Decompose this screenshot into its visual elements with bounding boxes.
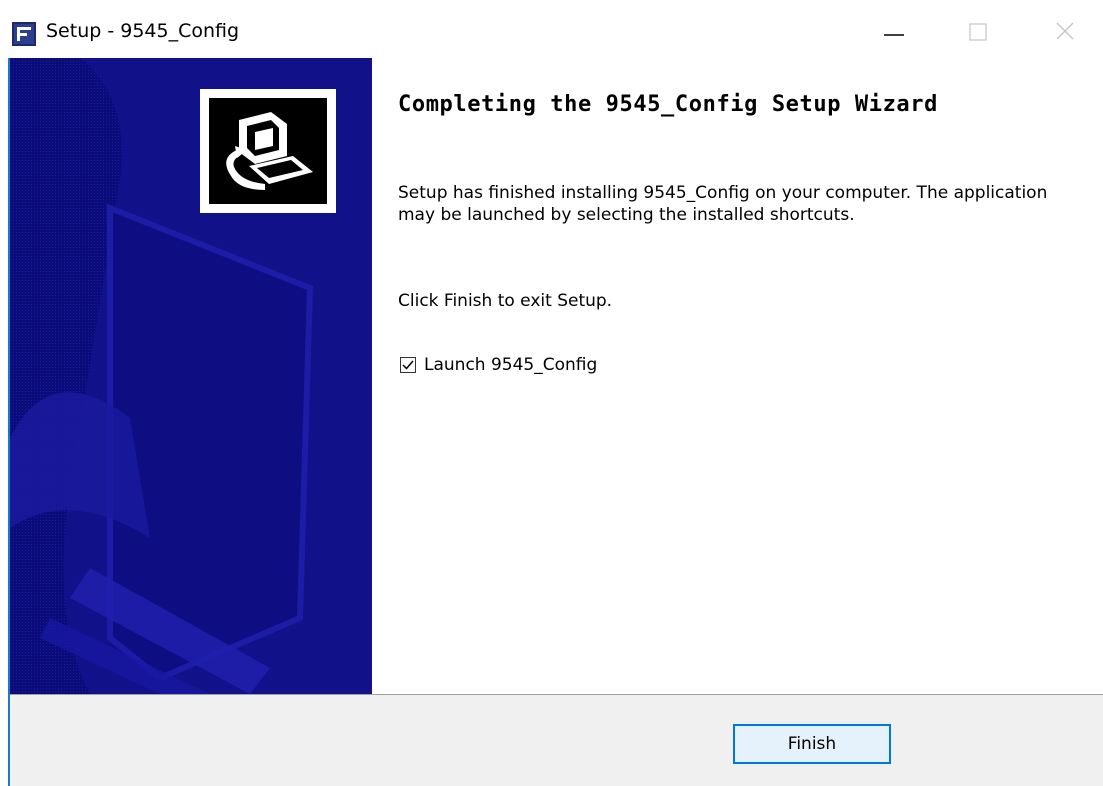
finish-instruction: Click Finish to exit Setup. <box>398 291 613 311</box>
banner-logo-frame <box>200 89 336 213</box>
installer-app-icon <box>12 22 36 46</box>
computer-install-icon <box>226 112 313 190</box>
launch-checkbox-label[interactable]: Launch 9545_Config <box>424 355 597 375</box>
close-button[interactable] <box>1036 0 1096 58</box>
page-title: Completing the 9545_Config Setup Wizard <box>398 92 938 117</box>
launch-checkbox-row[interactable]: Launch 9545_Config <box>400 353 597 377</box>
banner-logo-background <box>209 98 327 204</box>
wizard-footer: Finish <box>10 694 1103 786</box>
title-bar[interactable]: Setup - 9545_Config <box>0 0 1103 58</box>
finish-button[interactable]: Finish <box>733 724 891 764</box>
close-icon <box>1056 22 1074 40</box>
window-title: Setup - 9545_Config <box>46 20 240 42</box>
setup-wizard-window: Setup - 9545_Config Completing the 9545_… <box>0 0 1103 786</box>
maximize-icon <box>969 23 987 41</box>
checkmark-icon <box>402 360 414 370</box>
wizard-banner-image <box>10 58 372 694</box>
launch-checkbox[interactable] <box>400 357 416 373</box>
maximize-button[interactable] <box>950 0 1010 58</box>
finished-description: Setup has finished installing 9545_Confi… <box>398 183 1048 225</box>
minimize-icon <box>884 34 904 36</box>
minimize-button[interactable] <box>864 0 924 58</box>
